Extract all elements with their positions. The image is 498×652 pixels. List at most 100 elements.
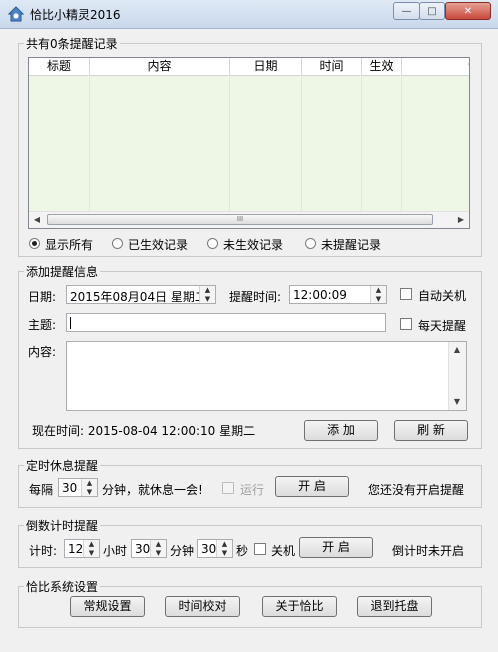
window-title: 恰比小精灵2016 — [30, 8, 121, 22]
rest-minutes-value: 30 — [62, 481, 78, 495]
auto-shutdown-checkbox[interactable] — [400, 288, 412, 300]
subject-label: 主题: — [28, 318, 57, 332]
rest-start-button[interactable]: 开 启 — [275, 476, 349, 497]
settings-group-title: 恰比系统设置 — [24, 578, 101, 595]
column-title[interactable]: 标题 — [29, 58, 90, 75]
column-record[interactable]: 记录 — [402, 58, 469, 75]
column-divider — [401, 75, 402, 211]
spin-up-icon: ▲ — [86, 479, 93, 487]
spin-down-icon: ▼ — [86, 487, 93, 496]
scroll-left-icon[interactable]: ◀ — [29, 212, 45, 228]
seconds-unit: 秒 — [236, 544, 249, 558]
title-bar[interactable]: 恰比小精灵2016 — □ ✕ — [0, 0, 498, 29]
remind-time-label: 提醒时间: — [229, 290, 282, 304]
reminders-group-title: 共有0条提醒记录 — [24, 35, 120, 52]
add-button[interactable]: 添 加 — [304, 420, 378, 441]
date-value: 2015年08月04日 星期二 — [70, 290, 207, 304]
spin-up-icon: ▲ — [375, 286, 382, 294]
hours-stepper[interactable]: 12 ▲ ▼ — [64, 539, 100, 558]
hours-value: 12 — [68, 542, 84, 556]
radio-inactive[interactable] — [207, 238, 218, 249]
rest-minutes-stepper[interactable]: 30 ▲ ▼ — [58, 478, 98, 497]
column-content[interactable]: 内容 — [90, 58, 230, 75]
time-spinner[interactable]: ▲ ▼ — [370, 286, 386, 303]
spin-up-icon: ▲ — [155, 540, 162, 548]
spin-up-icon: ▲ — [221, 540, 228, 548]
close-icon: ✕ — [463, 5, 473, 17]
minimize-to-tray-button[interactable]: 退到托盘 — [357, 596, 432, 617]
close-button[interactable]: ✕ — [445, 2, 491, 20]
radio-show-all[interactable] — [29, 238, 40, 249]
spin-down-icon: ▼ — [88, 548, 95, 557]
text-cursor — [70, 317, 71, 329]
countdown-status: 倒计时未开启 — [392, 544, 465, 558]
refresh-button[interactable]: 刷 新 — [394, 420, 468, 441]
date-picker[interactable]: 2015年08月04日 星期二 ▲ ▼ — [66, 285, 216, 304]
maximize-button[interactable]: □ — [419, 2, 445, 20]
daily-reminder-label[interactable]: 每天提醒 — [418, 317, 466, 334]
auto-shutdown-label[interactable]: 自动关机 — [418, 287, 466, 304]
minimize-button[interactable]: — — [393, 2, 420, 20]
scroll-right-icon[interactable]: ▶ — [453, 212, 469, 228]
radio-inactive-label[interactable]: 未生效记录 — [223, 236, 283, 253]
column-divider — [361, 75, 362, 211]
seconds-value: 30 — [201, 542, 217, 556]
spin-down-icon: ▼ — [204, 294, 211, 303]
date-label: 日期: — [28, 290, 57, 304]
rest-status: 您还没有开启提醒 — [368, 483, 465, 497]
radio-active[interactable] — [112, 238, 123, 249]
countdown-group-title: 倒数计时提醒 — [24, 517, 101, 534]
column-time[interactable]: 时间 — [302, 58, 362, 75]
scroll-up-icon[interactable]: ▲ — [449, 342, 465, 358]
general-settings-button[interactable]: 常规设置 — [70, 596, 145, 617]
content-textarea[interactable]: ▲ ▼ — [66, 341, 467, 411]
date-spinner[interactable]: ▲ ▼ — [199, 286, 215, 303]
maximize-icon: □ — [427, 5, 437, 17]
radio-show-all-label[interactable]: 显示所有 — [45, 236, 93, 253]
radio-active-label[interactable]: 已生效记录 — [128, 236, 188, 253]
horizontal-scrollbar[interactable]: ◀ III ▶ — [29, 211, 469, 228]
minimize-icon: — — [401, 5, 412, 17]
minutes-value: 30 — [135, 542, 151, 556]
daily-reminder-checkbox[interactable] — [400, 318, 412, 330]
rest-suffix: 分钟，就休息一会! — [102, 483, 203, 497]
timer-label: 计时: — [29, 544, 58, 558]
spin-down-icon: ▼ — [155, 548, 162, 557]
seconds-spinner[interactable]: ▲ ▼ — [216, 540, 232, 557]
minutes-spinner[interactable]: ▲ ▼ — [150, 540, 166, 557]
time-calibrate-button[interactable]: 时间校对 — [165, 596, 240, 617]
rest-spinner[interactable]: ▲ ▼ — [81, 479, 97, 496]
spin-up-icon: ▲ — [204, 286, 211, 294]
scroll-down-icon[interactable]: ▼ — [449, 394, 465, 410]
column-divider — [301, 75, 302, 211]
content-scrollbar[interactable]: ▲ ▼ — [448, 342, 466, 410]
remind-time-picker[interactable]: 12:00:09 ▲ ▼ — [289, 285, 387, 304]
app-icon — [8, 6, 24, 22]
countdown-shutdown-label[interactable]: 关机 — [271, 542, 295, 559]
reminder-list[interactable]: 标题 内容 日期 时间 生效 记录 ◀ III ▶ — [28, 57, 470, 229]
column-active[interactable]: 生效 — [362, 58, 402, 75]
spin-up-icon: ▲ — [88, 540, 95, 548]
hours-spinner[interactable]: ▲ ▼ — [83, 540, 99, 557]
run-checkbox[interactable] — [222, 482, 234, 494]
minutes-stepper[interactable]: 30 ▲ ▼ — [131, 539, 167, 558]
spin-down-icon: ▼ — [375, 294, 382, 303]
radio-unreminded-label[interactable]: 未提醒记录 — [321, 236, 381, 253]
scroll-thumb[interactable]: III — [47, 214, 433, 225]
countdown-start-button[interactable]: 开 启 — [299, 537, 373, 558]
every-label: 每隔 — [29, 483, 54, 497]
radio-unreminded[interactable] — [305, 238, 316, 249]
column-divider — [229, 75, 230, 211]
list-header: 标题 内容 日期 时间 生效 记录 — [29, 58, 469, 76]
spin-down-icon: ▼ — [221, 548, 228, 557]
about-button[interactable]: 关于恰比 — [262, 596, 337, 617]
current-time: 现在时间: 2015-08-04 12:00:10 星期二 — [32, 424, 256, 438]
rest-group-title: 定时休息提醒 — [24, 457, 101, 474]
column-date[interactable]: 日期 — [230, 58, 302, 75]
countdown-shutdown-checkbox[interactable] — [254, 543, 266, 555]
subject-input[interactable] — [66, 313, 386, 332]
add-reminder-group-title: 添加提醒信息 — [24, 263, 101, 280]
minutes-unit: 分钟 — [170, 544, 195, 558]
seconds-stepper[interactable]: 30 ▲ ▼ — [197, 539, 233, 558]
content-label: 内容: — [28, 345, 57, 359]
